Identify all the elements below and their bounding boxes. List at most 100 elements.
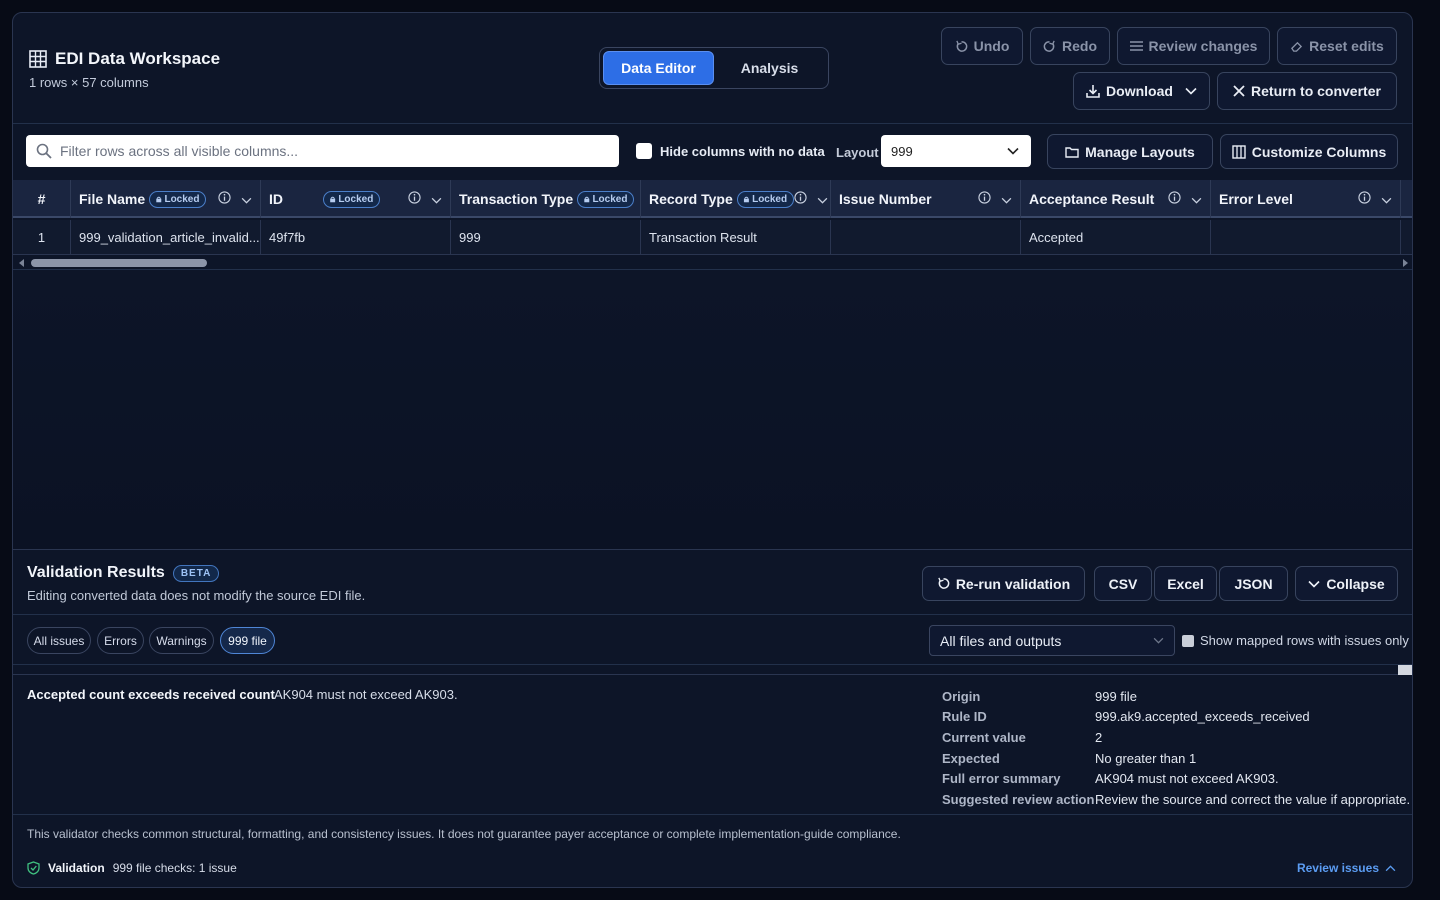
table-cell[interactable] [1211, 220, 1401, 255]
table-row[interactable]: 1 999_validation_article_invalid... 49f7… [13, 220, 1412, 255]
detail-key: Full error summary [942, 771, 1061, 787]
chevron-down-icon[interactable] [1381, 191, 1392, 207]
scroll-right-icon[interactable] [1403, 259, 1408, 267]
tab-analysis[interactable]: Analysis [714, 51, 825, 85]
scope-select[interactable]: All files and outputs [929, 625, 1175, 656]
column-label: Issue Number [839, 191, 932, 207]
redo-button[interactable]: Redo [1030, 27, 1110, 65]
info-icon[interactable] [218, 191, 231, 207]
column-controls [218, 191, 252, 207]
hide-empty-columns-toggle[interactable]: Hide columns with no data [636, 143, 825, 159]
filter-chip-warnings[interactable]: Warnings [149, 627, 214, 654]
info-icon[interactable] [1168, 191, 1181, 207]
info-icon[interactable] [794, 191, 807, 207]
table-cell[interactable]: 999_validation_article_invalid... [71, 220, 261, 255]
horizontal-scrollbar[interactable] [13, 256, 1412, 270]
column-header-transaction-type[interactable]: Transaction Type 🔒︎ Locked [451, 180, 641, 218]
lock-icon: 🔒︎ [330, 193, 336, 205]
filter-rows-input[interactable] [60, 143, 600, 159]
column-header-acceptance-result[interactable]: Acceptance Result [1021, 180, 1211, 218]
info-icon[interactable] [1358, 191, 1371, 207]
scroll-left-icon[interactable] [19, 259, 24, 267]
issue-detail-list: Origin 999 file Rule ID 999.ak9.accepted_e… [942, 686, 1410, 810]
export-json-button[interactable]: JSON [1219, 566, 1288, 601]
table-cell[interactable] [831, 220, 1021, 255]
reset-edits-button[interactable]: Reset edits [1277, 27, 1397, 65]
detail-row: Suggested review action Review the source… [942, 789, 1410, 810]
filter-chip-999-file[interactable]: 999 file [220, 627, 275, 654]
chevron-down-icon [1153, 637, 1164, 644]
scroll-handle[interactable] [1398, 665, 1412, 675]
validation-status-label: Validation [48, 861, 105, 875]
download-label: Download [1106, 83, 1173, 99]
review-issues-link[interactable]: Review issues [1297, 861, 1396, 875]
validation-status-summary: 999 file checks: 1 issue [112, 861, 237, 875]
search-icon [36, 143, 52, 159]
table-toolbar: Hide columns with no data Layout 999 Man… [13, 124, 1412, 180]
filter-chip-errors[interactable]: Errors [97, 627, 144, 654]
return-to-converter-button[interactable]: Return to converter [1217, 72, 1397, 110]
detail-value: Review the source and correct the value … [1095, 791, 1411, 807]
detail-value: 999 file [1095, 688, 1137, 704]
column-controls [408, 191, 442, 207]
customize-columns-button[interactable]: Customize Columns [1220, 134, 1398, 169]
collapse-button[interactable]: Collapse [1295, 566, 1398, 601]
review-changes-button[interactable]: Review changes [1117, 27, 1270, 65]
scrollbar-thumb[interactable] [31, 259, 207, 267]
chevron-down-icon[interactable] [1191, 191, 1202, 207]
column-header-id[interactable]: ID 🔒︎ Locked [261, 180, 451, 218]
column-header-error-level[interactable]: Error Level [1211, 180, 1401, 218]
column-controls [794, 191, 828, 207]
info-icon[interactable] [408, 191, 421, 207]
undo-button[interactable]: Undo [941, 27, 1023, 65]
manage-layouts-button[interactable]: Manage Layouts [1047, 134, 1213, 169]
download-button[interactable]: Download [1073, 72, 1210, 110]
tab-data-editor[interactable]: Data Editor [603, 51, 714, 85]
refresh-icon [937, 577, 950, 590]
detail-value: 999.ak9.accepted_exceeds_received [1095, 709, 1310, 725]
review-issues-label: Review issues [1296, 861, 1379, 875]
detail-key: Current value [942, 729, 1026, 745]
table-cell[interactable]: 49f7fb [261, 220, 451, 255]
review-changes-label: Review changes [1148, 38, 1258, 54]
lock-icon: 🔒︎ [156, 193, 162, 205]
validation-title: Validation Results [27, 564, 165, 581]
beta-badge: BETA [172, 564, 220, 582]
column-header-record-type[interactable]: Record Type 🔒︎ Locked [641, 180, 831, 218]
chevron-down-icon [1185, 87, 1197, 95]
collapse-label: Collapse [1326, 575, 1385, 592]
column-header-file-name[interactable]: File Name 🔒︎ Locked [71, 180, 261, 218]
scope-select-value: All files and outputs [940, 632, 1062, 649]
chevron-down-icon[interactable] [1001, 191, 1012, 207]
page-title: EDI Data Workspace [55, 49, 221, 68]
validation-subtitle: Editing converted data does not modify t… [27, 588, 366, 603]
table-cell[interactable]: Accepted [1021, 220, 1211, 255]
mapped-rows-toggle[interactable]: Show mapped rows with issues only [1182, 633, 1409, 648]
detail-row: Current value 2 [942, 727, 1410, 748]
table-cell[interactable]: 999 [451, 220, 641, 255]
export-csv-button[interactable]: CSV [1094, 566, 1152, 601]
rerun-validation-button[interactable]: Re-run validation [922, 566, 1085, 601]
locked-label: Locked [752, 193, 788, 205]
locked-badge: 🔒︎ Locked [149, 190, 207, 208]
chevron-down-icon[interactable] [241, 191, 252, 207]
column-label: File Name [79, 191, 146, 207]
layout-value: 999 [891, 143, 913, 159]
hide-empty-checkbox[interactable] [636, 143, 652, 159]
info-icon[interactable] [978, 191, 991, 207]
column-header-issue-number[interactable]: Issue Number [831, 180, 1021, 218]
detail-value: No greater than 1 [1095, 750, 1197, 766]
locked-label: Locked [338, 193, 374, 205]
chevron-down-icon[interactable] [431, 191, 442, 207]
table-cell[interactable]: Transaction Result [641, 220, 831, 255]
chevron-down-icon[interactable] [817, 191, 828, 207]
mapped-rows-checkbox[interactable] [1182, 634, 1194, 647]
layout-select[interactable]: 999 [881, 135, 1031, 167]
column-controls [1358, 191, 1392, 207]
filter-chip-all-issues[interactable]: All issues [27, 627, 91, 654]
issue-scrollbar[interactable] [13, 665, 1412, 675]
locked-badge: 🔒︎ Locked [577, 190, 635, 208]
mapped-rows-label: Show mapped rows with issues only [1200, 633, 1409, 648]
detail-row: Expected No greater than 1 [942, 748, 1410, 769]
export-excel-button[interactable]: Excel [1154, 566, 1217, 601]
